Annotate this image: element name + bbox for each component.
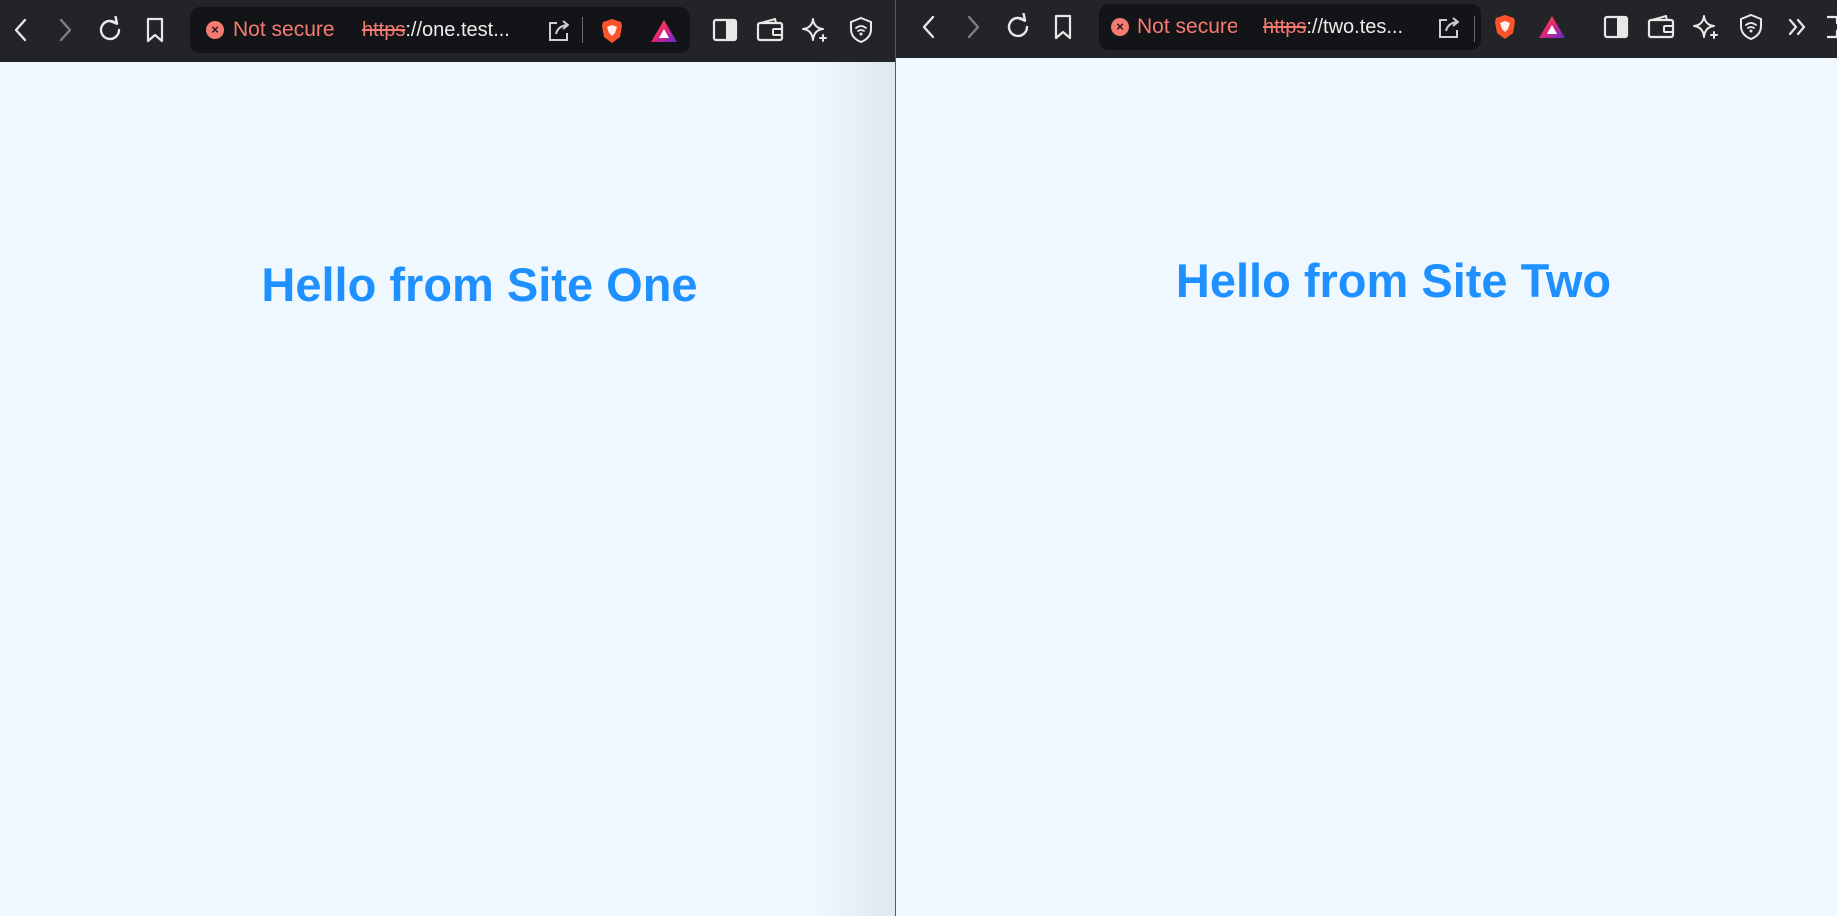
bookmark-button[interactable]: [140, 15, 170, 45]
security-label[interactable]: Not secure: [233, 18, 335, 42]
url-text[interactable]: https://two.tes...: [1263, 16, 1413, 39]
back-icon: [14, 18, 27, 42]
bookmark-icon: [146, 17, 164, 43]
share-icon: [1439, 17, 1459, 38]
forward-button[interactable]: [958, 12, 988, 42]
toolbar: × Not secure https://one.test...: [0, 0, 895, 62]
reload-icon: [1007, 13, 1029, 38]
wallet-icon: [1647, 15, 1675, 39]
vpn-button[interactable]: [846, 15, 876, 45]
url-text[interactable]: https://one.test...: [362, 19, 537, 42]
brave-shields-button[interactable]: [597, 16, 627, 46]
leo-ai-icon: [1693, 15, 1718, 39]
brave-shields-icon: [1495, 15, 1515, 39]
leo-ai-icon: [802, 18, 827, 42]
url-rest: ://one.test...: [405, 19, 510, 41]
share-button[interactable]: [1435, 14, 1463, 42]
leo-ai-button[interactable]: [800, 15, 830, 45]
sidebar-button[interactable]: [710, 15, 740, 45]
vpn-icon: [1740, 13, 1762, 41]
forward-icon: [967, 15, 980, 39]
brave-rewards-button[interactable]: [649, 16, 679, 46]
address-bar[interactable]: × Not secure https://two.tes...: [1099, 4, 1481, 50]
wallet-button[interactable]: [755, 15, 785, 45]
extensions-button[interactable]: [1818, 12, 1837, 42]
brave-shields-button[interactable]: [1490, 12, 1520, 42]
back-button[interactable]: [6, 15, 36, 45]
url-scheme: https: [362, 19, 406, 41]
overflow-button[interactable]: [1782, 12, 1812, 42]
sidebar-icon: [1603, 15, 1629, 39]
reload-icon: [99, 16, 121, 41]
reload-button[interactable]: [95, 15, 125, 45]
reload-button[interactable]: [1003, 12, 1033, 42]
page-heading: Hello from Site One: [261, 258, 698, 311]
brave-shields-icon: [602, 19, 622, 43]
page-heading: Hello from Site Two: [1175, 254, 1612, 307]
overflow-icon: [1788, 18, 1806, 36]
browser-window-right: × Not secure https://two.tes... Hello fr…: [896, 0, 1837, 916]
not-secure-icon[interactable]: ×: [1111, 18, 1129, 36]
vpn-icon: [850, 16, 872, 44]
share-icon: [549, 20, 569, 41]
extensions-icon: [1827, 15, 1837, 39]
back-icon: [922, 15, 935, 39]
vpn-button[interactable]: [1736, 12, 1766, 42]
brave-rewards-icon: [1539, 16, 1565, 38]
omnibox-separator: [582, 17, 583, 43]
bookmark-icon: [1054, 14, 1072, 40]
wallet-icon: [756, 18, 784, 42]
url-rest: ://two.tes...: [1306, 16, 1404, 38]
security-label[interactable]: Not secure: [1137, 15, 1237, 39]
forward-icon: [59, 18, 72, 42]
wallet-button[interactable]: [1646, 12, 1676, 42]
window-edge-shadow: [815, 62, 895, 916]
screen: × Not secure https://one.test... Hello f…: [0, 0, 1837, 916]
address-bar[interactable]: × Not secure https://one.test...: [190, 7, 690, 53]
omnibox-separator: [1474, 16, 1475, 42]
forward-button[interactable]: [50, 15, 80, 45]
brave-rewards-icon: [651, 20, 677, 42]
not-secure-icon[interactable]: ×: [206, 21, 224, 39]
brave-rewards-button[interactable]: [1537, 12, 1567, 42]
toolbar: × Not secure https://two.tes...: [896, 0, 1837, 58]
leo-ai-button[interactable]: [1691, 12, 1721, 42]
share-button[interactable]: [545, 17, 573, 45]
url-scheme: https: [1263, 16, 1307, 38]
sidebar-button[interactable]: [1601, 12, 1631, 42]
bookmark-button[interactable]: [1048, 12, 1078, 42]
back-button[interactable]: [914, 12, 944, 42]
browser-window-left: × Not secure https://one.test... Hello f…: [0, 0, 895, 916]
sidebar-icon: [712, 18, 738, 42]
